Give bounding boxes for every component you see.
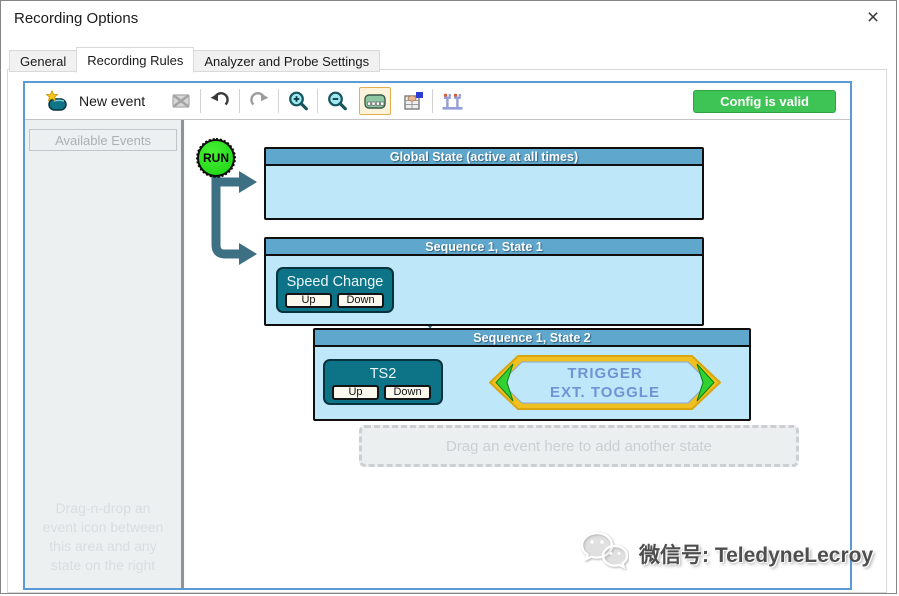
global-state-title: Global State (active at all times) <box>266 149 702 166</box>
available-events-header: Available Events <box>29 129 177 151</box>
trigger-line2: EXT. TOGGLE <box>550 383 660 401</box>
down-button[interactable]: Down <box>337 293 384 308</box>
probes-icon[interactable] <box>438 87 466 115</box>
redo-icon[interactable] <box>245 87 273 115</box>
available-events-panel: Available Events Drag-n-drop an event ic… <box>25 120 181 588</box>
down-button[interactable]: Down <box>384 385 431 400</box>
toolbar-separator <box>200 89 202 113</box>
toolbar-separator <box>432 89 434 113</box>
sequence1-state1-title: Sequence 1, State 1 <box>266 239 702 256</box>
speed-change-buttons: Up Down <box>285 293 384 308</box>
sequence1-state2-title: Sequence 1, State 2 <box>315 330 749 347</box>
undo-icon[interactable] <box>206 87 234 115</box>
new-event-label: New event <box>79 93 146 109</box>
wechat-icon <box>579 529 629 578</box>
close-icon[interactable]: × <box>858 5 888 31</box>
toolbar-separator <box>239 89 241 113</box>
front-panel-icon[interactable] <box>359 87 392 115</box>
toolbar-separator <box>317 89 319 113</box>
drop-zone-hint: Drag an event here to add another state <box>445 437 712 455</box>
ts2-buttons: Up Down <box>332 385 431 400</box>
tab-general[interactable]: General <box>9 50 78 72</box>
trigger-action-label: TRIGGER EXT. TOGGLE <box>488 353 722 412</box>
watermark: 微信号: TeledyneLecroy <box>579 529 873 578</box>
drag-drop-hint: Drag-n-drop an event icon between this a… <box>27 499 179 575</box>
toolbar-separator <box>278 89 280 113</box>
config-status-badge: Config is valid <box>693 89 836 113</box>
up-button[interactable]: Up <box>285 293 332 308</box>
up-button[interactable]: Up <box>332 385 379 400</box>
trigger-line1: TRIGGER <box>567 364 643 382</box>
hint-line: Drag-n-drop an <box>55 500 151 516</box>
recording-options-dialog: Recording Options × General Recording Ru… <box>0 0 897 594</box>
ts2-event[interactable]: TS2 Up Down <box>323 359 443 405</box>
speed-change-event[interactable]: Speed Change Up Down <box>276 267 394 313</box>
tab-recording-rules[interactable]: Recording Rules <box>76 47 195 73</box>
speed-change-label: Speed Change <box>286 274 384 290</box>
ts2-label: TS2 <box>369 366 397 382</box>
run-node[interactable]: RUN <box>196 138 236 178</box>
trigger-action-node[interactable]: TRIGGER EXT. TOGGLE <box>488 353 722 412</box>
zoom-out-icon[interactable] <box>323 87 351 115</box>
watermark-text: 微信号: TeledyneLecroy <box>639 543 874 567</box>
tab-bar: General Recording Rules Analyzer and Pro… <box>9 47 381 73</box>
tab-analyzer-probe-settings[interactable]: Analyzer and Probe Settings <box>193 50 381 72</box>
new-event-icon <box>43 87 71 115</box>
zoom-in-icon[interactable] <box>284 87 312 115</box>
hint-line: state on the right <box>50 557 156 573</box>
new-state-drop-zone[interactable]: Drag an event here to add another state <box>359 425 799 467</box>
delete-event-icon[interactable] <box>167 87 195 115</box>
hint-line: event icon between <box>42 519 164 535</box>
toolbar: New event Config is valid <box>25 83 850 120</box>
properties-icon[interactable] <box>399 87 427 115</box>
new-event-button[interactable]: New event <box>37 87 151 115</box>
global-state-box[interactable]: Global State (active at all times) <box>264 147 704 220</box>
window-title: Recording Options <box>14 10 139 27</box>
hint-line: this area and any <box>49 538 157 554</box>
